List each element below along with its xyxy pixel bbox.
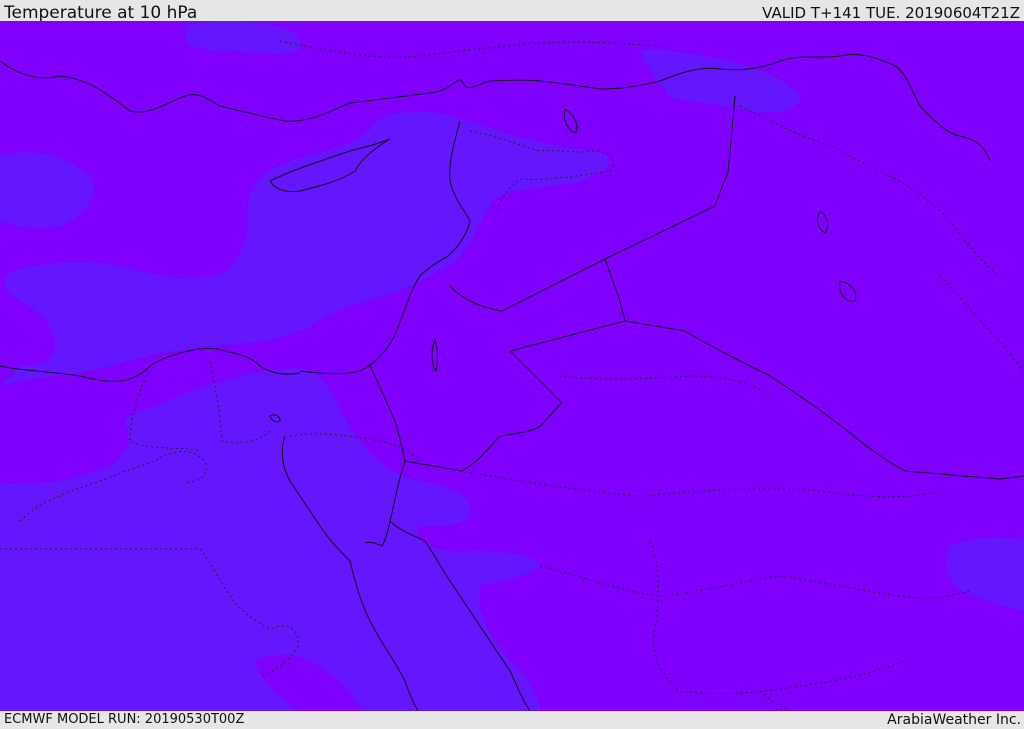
valid-time: VALID T+141 TUE. 20190604T21Z: [762, 4, 1020, 22]
map-title: Temperature at 10 hPa: [4, 3, 198, 23]
footer-bar: ECMWF MODEL RUN: 20190530T00Z ArabiaWeat…: [0, 711, 1024, 729]
map-panel[interactable]: [0, 21, 1024, 711]
header-bar: Temperature at 10 hPa VALID T+141 TUE. 2…: [0, 0, 1024, 23]
temperature-map: [0, 21, 1024, 711]
credit-label: ArabiaWeather Inc.: [887, 712, 1021, 728]
model-run: ECMWF MODEL RUN: 20190530T00Z: [4, 712, 245, 727]
